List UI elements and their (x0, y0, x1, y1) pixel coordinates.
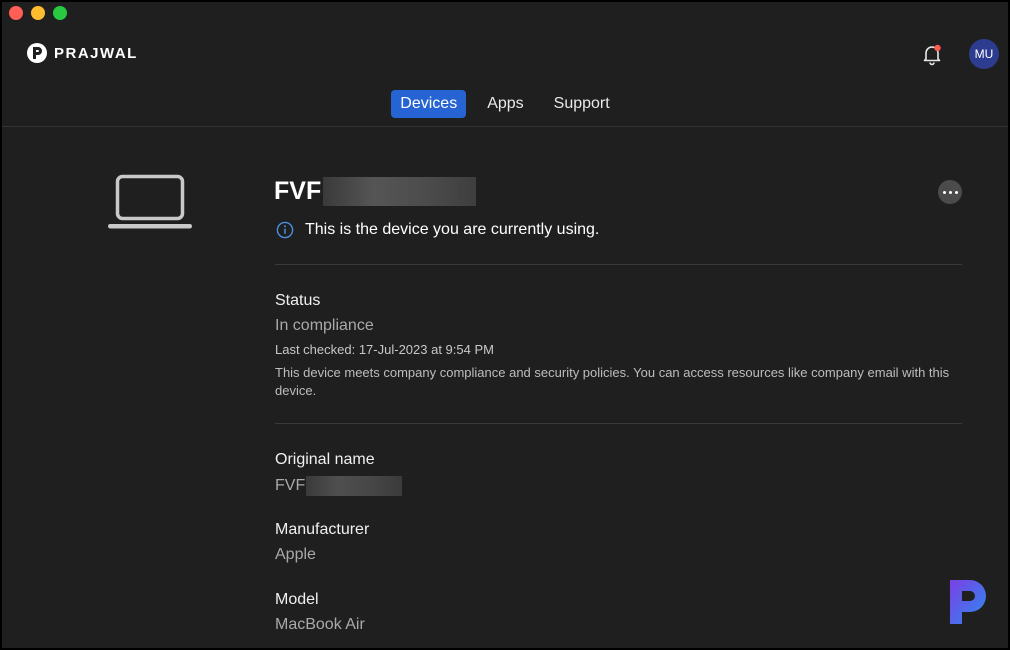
window-controls (9, 6, 67, 20)
brand-name: PRAJWAL (54, 44, 138, 62)
status-description: This device meets company compliance and… (275, 365, 950, 398)
more-dot (942, 190, 946, 194)
watermark-logo-icon (942, 578, 992, 631)
tabs-divider (2, 126, 1008, 127)
original-name-value: FVF (275, 476, 403, 496)
more-dot (954, 190, 958, 194)
manufacturer-value: Apple (275, 546, 316, 563)
model-label: Model (275, 591, 319, 608)
last-checked: Last checked: 17-Jul-2023 at 9:54 PM (275, 342, 494, 357)
app-window: PRAJWAL MU Devices Apps Support FVF This… (0, 0, 1010, 650)
more-dot (948, 190, 952, 194)
manufacturer-label: Manufacturer (275, 521, 370, 538)
model-value: MacBook Air (275, 616, 365, 633)
brand-logo: PRAJWAL (27, 43, 138, 63)
current-device-text: This is the device you are currently usi… (305, 221, 600, 238)
current-device-notice: This is the device you are currently usi… (276, 221, 599, 239)
tab-apps[interactable]: Apps (478, 90, 532, 118)
main-tabs: Devices Apps Support (2, 90, 1008, 118)
section-divider (275, 264, 962, 265)
close-window-button[interactable] (9, 6, 23, 20)
laptop-icon (106, 174, 194, 237)
minimize-window-button[interactable] (31, 6, 45, 20)
more-options-button[interactable] (938, 180, 962, 204)
section-divider (275, 423, 962, 424)
redacted-device-name (323, 177, 477, 206)
notification-bell-icon[interactable] (920, 42, 944, 66)
info-icon (276, 221, 294, 239)
status-value: In compliance (275, 317, 374, 334)
user-avatar[interactable]: MU (969, 39, 999, 69)
device-name: FVF (274, 177, 477, 206)
brand-logo-icon (27, 43, 47, 63)
redacted-original-name (306, 476, 403, 496)
tab-devices[interactable]: Devices (391, 90, 467, 118)
tab-support[interactable]: Support (545, 90, 619, 118)
original-name-label: Original name (275, 451, 375, 468)
device-name-prefix: FVF (274, 177, 322, 205)
original-name-prefix: FVF (275, 477, 306, 495)
status-label: Status (275, 292, 321, 309)
maximize-window-button[interactable] (53, 6, 67, 20)
